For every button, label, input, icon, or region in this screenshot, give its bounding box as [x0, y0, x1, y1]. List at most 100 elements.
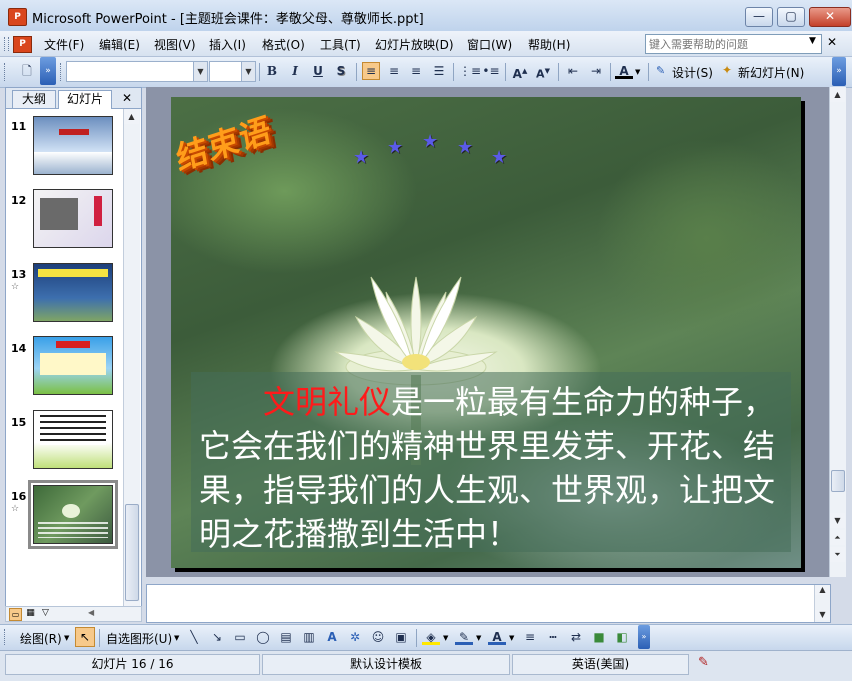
- powerpoint-app-icon[interactable]: P: [8, 8, 27, 26]
- slide-scrollbar[interactable]: ▲ ▼ ⏶ ⏷: [829, 87, 846, 577]
- shadow-style-icon[interactable]: ■: [590, 628, 608, 646]
- close-document-button[interactable]: ✕: [827, 35, 837, 49]
- new-slide-button[interactable]: 新幻灯片(N): [738, 64, 804, 81]
- scroll-down-arrow-icon[interactable]: ▼: [815, 610, 830, 620]
- slide-thumbnail[interactable]: [33, 189, 113, 248]
- chevron-down-icon[interactable]: ▼: [64, 634, 69, 642]
- slide-thumbnail-selected[interactable]: [28, 480, 118, 549]
- chevron-down-icon[interactable]: ▼: [635, 68, 640, 76]
- rectangle-tool-icon[interactable]: ▭: [231, 628, 249, 646]
- distribute-icon[interactable]: ☰: [430, 62, 448, 80]
- chevron-down-icon[interactable]: ▼: [174, 634, 179, 642]
- menu-edit[interactable]: 编辑(E): [99, 36, 140, 53]
- toolbar-options-chevron-icon[interactable]: »: [40, 57, 56, 85]
- diagram-icon[interactable]: ✲: [346, 628, 364, 646]
- menu-format[interactable]: 格式(O): [262, 36, 305, 53]
- spelling-check-icon[interactable]: ✎: [698, 655, 709, 670]
- chevron-down-icon[interactable]: ▼: [476, 634, 481, 642]
- chevron-down-icon[interactable]: ▼: [241, 62, 255, 81]
- close-pane-button[interactable]: ✕: [122, 91, 132, 105]
- normal-view-icon[interactable]: ▭: [9, 608, 22, 621]
- slide-thumbnail[interactable]: [33, 116, 113, 175]
- scrollbar-thumb[interactable]: [831, 470, 845, 492]
- notes-pane[interactable]: ▲ ▼: [146, 584, 831, 623]
- menu-help[interactable]: 帮助(H): [528, 36, 570, 53]
- clipart-icon[interactable]: ☺: [369, 628, 387, 646]
- body-text[interactable]: 文明礼仪是一粒最有生命力的种子，它会在我们的精神世界里发芽、开花、结果，指导我们…: [199, 380, 789, 556]
- slide-show-view-icon[interactable]: ▽: [40, 608, 51, 619]
- document-icon[interactable]: P: [13, 36, 32, 53]
- line-style-icon[interactable]: ≡: [521, 628, 539, 646]
- minimize-button[interactable]: —: [745, 7, 773, 27]
- help-search-input[interactable]: [646, 35, 802, 53]
- language-status[interactable]: 英语(美国): [512, 654, 689, 675]
- select-pointer-icon[interactable]: ↖: [75, 627, 95, 647]
- increase-font-size-icon[interactable]: A▲: [511, 62, 529, 81]
- text-color-icon[interactable]: A: [488, 628, 506, 645]
- dash-style-icon[interactable]: ┅: [544, 628, 562, 646]
- vertical-textbox-icon[interactable]: ▥: [300, 628, 318, 646]
- draw-menu-button[interactable]: 绘图(R): [20, 630, 62, 647]
- align-right-icon[interactable]: ≡: [407, 62, 425, 80]
- toolbar-options-chevron-icon[interactable]: »: [832, 57, 846, 86]
- chevron-down-icon[interactable]: ▼: [509, 634, 514, 642]
- autoshapes-button[interactable]: 自选图形(U): [106, 630, 172, 647]
- toolbar-options-chevron-icon[interactable]: »: [638, 625, 650, 649]
- arrow-tool-icon[interactable]: ↘: [208, 628, 226, 646]
- tab-slides[interactable]: 幻灯片: [58, 90, 112, 109]
- menu-file[interactable]: 文件(F): [44, 36, 84, 53]
- picture-icon[interactable]: ▣: [392, 628, 410, 646]
- slide-title[interactable]: 结束语: [172, 104, 274, 180]
- menu-insert[interactable]: 插入(I): [209, 36, 246, 53]
- font-color-icon[interactable]: A: [615, 62, 633, 79]
- scroll-up-arrow-icon[interactable]: ▲: [124, 109, 139, 124]
- wordart-icon[interactable]: A: [323, 628, 341, 646]
- scroll-down-arrow-icon[interactable]: ▼: [830, 513, 845, 528]
- notes-scrollbar[interactable]: ▲ ▼: [814, 585, 830, 622]
- shadow-button[interactable]: S: [332, 62, 350, 80]
- scroll-left-arrow-icon[interactable]: ◀: [88, 608, 94, 617]
- toolbar-grip[interactable]: [4, 63, 8, 81]
- next-slide-icon[interactable]: ⏷: [830, 547, 845, 562]
- previous-slide-icon[interactable]: ⏶: [830, 530, 845, 545]
- chevron-down-icon[interactable]: ▼: [193, 62, 207, 81]
- toolbar-grip[interactable]: [4, 629, 8, 645]
- design-template-status[interactable]: 默认设计模板: [262, 654, 510, 675]
- arrow-style-icon[interactable]: ⇄: [567, 628, 585, 646]
- new-document-icon[interactable]: 🗋: [18, 62, 36, 80]
- menu-slideshow[interactable]: 幻灯片放映(D): [375, 36, 454, 53]
- oval-tool-icon[interactable]: ◯: [254, 628, 272, 646]
- textbox-tool-icon[interactable]: ▤: [277, 628, 295, 646]
- bullets-icon[interactable]: •≡: [482, 62, 500, 80]
- font-name-combo[interactable]: ▼: [66, 61, 208, 82]
- slide-thumbnail[interactable]: [33, 263, 113, 322]
- toolbar-grip[interactable]: [60, 63, 64, 81]
- font-size-combo[interactable]: ▼: [209, 61, 256, 82]
- scroll-up-arrow-icon[interactable]: ▲: [815, 585, 830, 595]
- help-dropdown-arrow-icon[interactable]: ▼: [809, 36, 816, 46]
- design-button[interactable]: 设计(S): [672, 64, 713, 81]
- chevron-down-icon[interactable]: ▼: [443, 634, 448, 642]
- decrease-indent-icon[interactable]: ⇤: [564, 62, 582, 80]
- menu-window[interactable]: 窗口(W): [467, 36, 512, 53]
- line-color-icon[interactable]: ✎: [455, 628, 473, 645]
- slides-pane-scrollbar[interactable]: ▲ ▼: [123, 109, 140, 618]
- slide-sorter-view-icon[interactable]: ▦: [25, 608, 36, 619]
- scroll-up-arrow-icon[interactable]: ▲: [830, 87, 845, 102]
- increase-indent-icon[interactable]: ⇥: [587, 62, 605, 80]
- underline-button[interactable]: U: [309, 62, 327, 80]
- slide-thumbnail[interactable]: [33, 336, 113, 395]
- tab-outline[interactable]: 大纲: [12, 90, 56, 108]
- align-left-icon[interactable]: ≡: [362, 62, 380, 80]
- line-tool-icon[interactable]: ╲: [185, 628, 203, 646]
- align-center-icon[interactable]: ≡: [385, 62, 403, 80]
- maximize-button[interactable]: ▢: [777, 7, 805, 27]
- slide-thumbnail[interactable]: [33, 410, 113, 469]
- menu-grip[interactable]: [4, 37, 9, 51]
- 3d-style-icon[interactable]: ◧: [613, 628, 631, 646]
- numbering-icon[interactable]: ⋮≡: [459, 62, 481, 80]
- close-window-button[interactable]: ✕: [809, 7, 851, 27]
- decrease-font-size-icon[interactable]: A▼: [534, 62, 552, 81]
- scrollbar-thumb[interactable]: [125, 504, 139, 601]
- menu-tools[interactable]: 工具(T): [320, 36, 361, 53]
